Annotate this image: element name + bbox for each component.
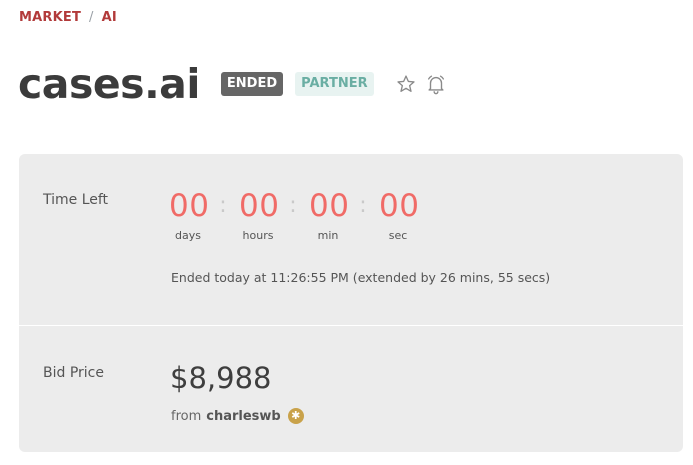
- breadcrumb-separator: /: [89, 10, 94, 25]
- countdown-sec-value: 00: [379, 188, 420, 224]
- countdown-separator: :: [289, 193, 297, 218]
- countdown-hours: 00 hours: [239, 186, 280, 242]
- star-badge-icon: ✱: [287, 408, 304, 424]
- auction-panel: Time Left 00 days : 00 hours : 00 min : …: [19, 154, 683, 452]
- bid-from: from charleswb ✱: [171, 408, 304, 424]
- countdown-timer: 00 days : 00 hours : 00 min : 00 sec: [169, 186, 420, 242]
- countdown-hours-value: 00: [239, 188, 280, 224]
- time-left-label: Time Left: [43, 192, 109, 208]
- page-title: cases.ai: [18, 60, 200, 108]
- star-icon[interactable]: [396, 74, 416, 94]
- partner-badge: PARTNER: [295, 72, 374, 96]
- countdown-min-label: min: [317, 229, 339, 242]
- auction-page: MARKET / AI cases.ai ENDED PARTNER Time …: [0, 0, 693, 465]
- countdown-separator: :: [219, 193, 227, 218]
- breadcrumb: MARKET / AI: [19, 10, 117, 25]
- bell-icon[interactable]: [425, 73, 447, 95]
- countdown-separator: :: [359, 193, 367, 218]
- panel-divider: [19, 325, 683, 326]
- countdown-days-label: days: [175, 229, 201, 242]
- breadcrumb-market-link[interactable]: MARKET: [19, 10, 81, 25]
- countdown-days: 00 days: [169, 186, 210, 242]
- countdown-min-value: 00: [309, 188, 350, 224]
- bid-price-value: $8,988: [170, 361, 272, 395]
- countdown-sec: 00 sec: [379, 186, 420, 242]
- bid-price-label: Bid Price: [43, 365, 104, 381]
- bid-from-prefix: from: [171, 408, 202, 424]
- countdown-days-value: 00: [169, 188, 210, 224]
- status-badge: ENDED: [220, 72, 284, 96]
- breadcrumb-ai-link[interactable]: AI: [102, 10, 117, 25]
- page-header: cases.ai ENDED PARTNER: [18, 58, 447, 110]
- ended-note: Ended today at 11:26:55 PM (extended by …: [171, 270, 551, 285]
- bidder-name[interactable]: charleswb: [206, 409, 280, 424]
- countdown-hours-label: hours: [242, 229, 274, 242]
- countdown-sec-label: sec: [388, 229, 408, 242]
- countdown-min: 00 min: [309, 186, 350, 242]
